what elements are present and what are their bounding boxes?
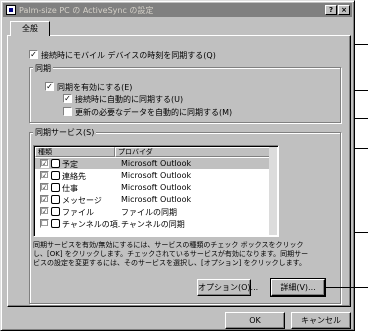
service-name: 予定 xyxy=(62,160,78,169)
column-header-provider[interactable]: プロバイダ xyxy=(115,147,270,157)
sync-time-label: 接続時にモバイル デバイスの時刻を同期する(Q) xyxy=(41,51,216,60)
auto-sync-change-label: 更新の必要なデータを自動的に同期する(M) xyxy=(75,108,233,117)
window-title: Palm-size PC の ActiveSync の設定 xyxy=(19,6,154,15)
sync-group-title: 同期 xyxy=(33,63,53,74)
contacts-icon xyxy=(51,171,60,180)
callout-line xyxy=(355,44,368,45)
service-name: ファイル xyxy=(62,208,94,217)
tasks-icon xyxy=(51,183,60,192)
inbox-icon xyxy=(51,195,60,204)
service-name: メッセージ xyxy=(62,196,102,205)
service-checkbox[interactable]: ☑ xyxy=(40,207,49,216)
service-checkbox[interactable]: ☐ xyxy=(40,219,49,228)
service-checkbox[interactable]: ☑ xyxy=(40,171,49,180)
auto-sync-connect-label: 接続時に自動的に同期する(U) xyxy=(75,95,184,104)
service-provider: Microsoft Outlook xyxy=(121,159,192,168)
service-checkbox[interactable]: ☑ xyxy=(40,159,49,168)
calendar-icon xyxy=(51,159,60,168)
service-checkbox[interactable]: ☑ xyxy=(40,195,49,204)
sync-time-checkbox[interactable]: ✓ xyxy=(29,50,38,59)
vertical-scrollbar[interactable] xyxy=(269,147,277,235)
callout-line xyxy=(325,287,368,288)
service-provider: ファイルの同期 xyxy=(121,208,177,217)
auto-sync-change-checkbox[interactable] xyxy=(63,107,72,116)
callout-line xyxy=(355,118,368,119)
list-item[interactable]: ☑ 仕事 Microsoft Outlook xyxy=(35,182,275,193)
channel-icon xyxy=(51,219,60,228)
list-item[interactable]: ☑ ファイル ファイルの同期 xyxy=(35,206,275,217)
close-button[interactable]: × xyxy=(338,5,350,15)
callout-line xyxy=(355,90,368,91)
auto-sync-connect-checkbox[interactable]: ✓ xyxy=(63,94,72,103)
details-button[interactable]: 詳細(V)... xyxy=(270,278,326,297)
folder-icon xyxy=(51,207,60,216)
help-button[interactable]: ? xyxy=(325,5,337,15)
enable-sync-checkbox[interactable]: ✓ xyxy=(45,82,54,91)
service-provider: Microsoft Outlook xyxy=(121,171,192,180)
list-item[interactable]: ☐ チャンネルの項. チャンネルの同期 xyxy=(35,218,275,229)
options-button[interactable]: オプション(O)... xyxy=(197,279,258,296)
title-bar: Palm-size PC の ActiveSync の設定 ? × xyxy=(3,3,352,17)
services-listview[interactable]: 種類 プロバイダ ☑ 予定 Microsoft Outlook ☑ 連絡先 Mi… xyxy=(33,145,279,237)
app-icon xyxy=(6,5,16,15)
cancel-button[interactable]: キャンセル xyxy=(291,312,351,329)
services-help-text: 同期サービスを有効/無効にするには、サービスの種類のチェック ボックスをクリック… xyxy=(33,241,309,267)
service-provider: チャンネルの同期 xyxy=(121,220,185,229)
ok-button[interactable]: OK xyxy=(225,312,285,329)
column-header-type[interactable]: 種類 xyxy=(35,147,115,157)
callout-line xyxy=(355,148,368,149)
enable-sync-label: 同期を有効にする(E) xyxy=(57,83,133,92)
service-checkbox[interactable]: ☑ xyxy=(40,183,49,192)
tab-general[interactable]: 全般 xyxy=(10,21,50,36)
list-item[interactable]: ☑ 連絡先 Microsoft Outlook xyxy=(35,170,275,181)
service-name: 仕事 xyxy=(62,184,78,193)
list-item[interactable]: ☑ メッセージ Microsoft Outlook xyxy=(35,194,275,205)
service-provider: Microsoft Outlook xyxy=(121,183,192,192)
services-group-title: 同期サービス(S) xyxy=(33,127,97,138)
list-item[interactable]: ☑ 予定 Microsoft Outlook xyxy=(35,158,275,169)
service-name: 連絡先 xyxy=(62,172,86,181)
callout-line xyxy=(355,232,368,233)
service-name: チャンネルの項. xyxy=(62,220,121,229)
service-provider: Microsoft Outlook xyxy=(121,195,192,204)
dialog-window: Palm-size PC の ActiveSync の設定 ? × 全般 ✓ 接… xyxy=(0,0,355,331)
